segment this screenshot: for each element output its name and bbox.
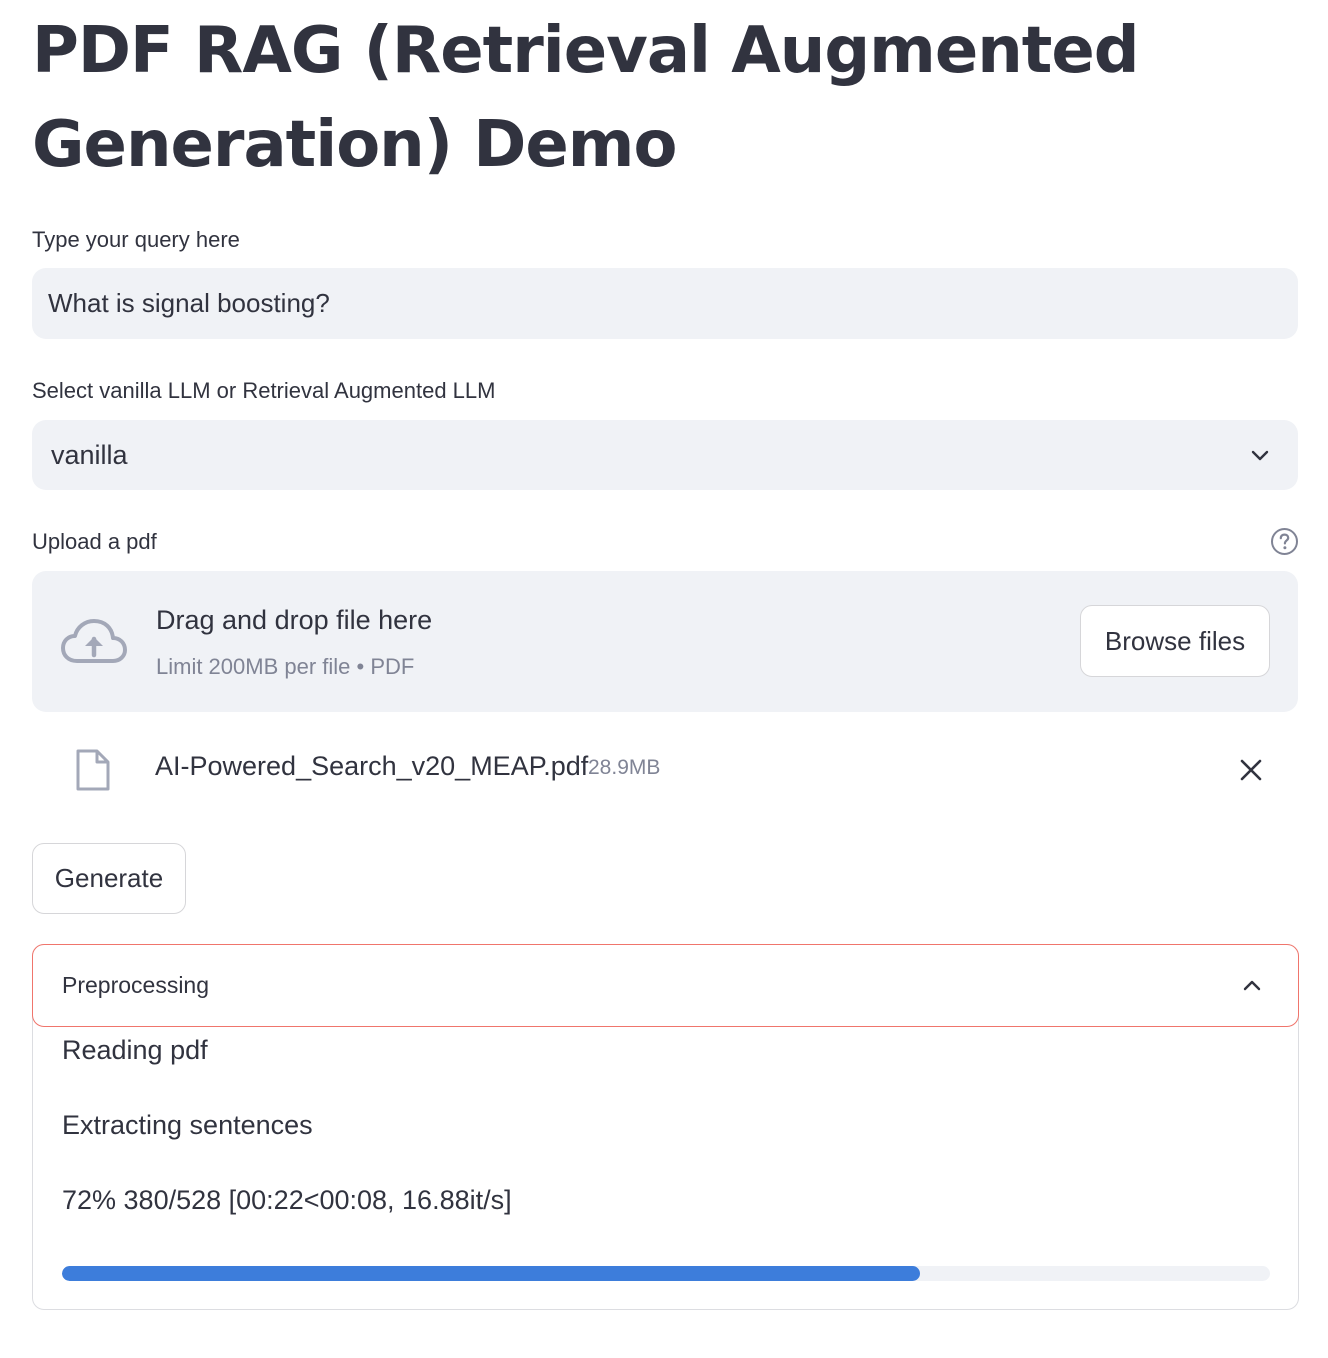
page-title: PDF RAG (Retrieval Augmented Generation)… [32,14,1140,182]
mode-select-value: vanilla [51,439,128,470]
dropzone-limit-text: Limit 200MB per file • PDF [156,654,415,679]
step-reading-pdf: Reading pdf [62,1035,208,1065]
close-icon[interactable] [1238,757,1264,783]
progress-bar [62,1266,1270,1281]
file-icon [76,749,110,791]
progress-text: 72% 380/528 [00:22<00:08, 16.88it/s] [62,1185,512,1215]
chevron-up-icon [1243,980,1261,991]
progress-bar-fill [62,1266,920,1281]
preprocessing-expander: Preprocessing Reading pdf Extracting sen… [32,944,1299,1310]
browse-files-button[interactable]: Browse files [1080,605,1270,677]
expander-title: Preprocessing [62,972,210,998]
generate-button[interactable]: Generate [32,843,186,914]
uploaded-file-name: AI-Powered_Search_v20_MEAP.pdf [155,751,589,781]
expander-header[interactable]: Preprocessing [32,944,1299,1027]
uploaded-file-size: 28.9MB [588,756,661,779]
step-extracting-sentences: Extracting sentences [62,1110,313,1140]
query-input[interactable] [32,268,1298,339]
mode-select[interactable]: vanilla [32,420,1298,490]
upload-label: Upload a pdf [32,529,157,554]
uploaded-file-row: AI-Powered_Search_v20_MEAP.pdf 28.9MB [32,740,1298,800]
query-label: Type your query here [32,227,240,252]
mode-select-label: Select vanilla LLM or Retrieval Augmente… [32,378,496,403]
cloud-upload-icon [61,619,127,663]
chevron-down-icon [1251,450,1269,461]
dropzone-instructions: Drag and drop file here [156,605,433,635]
help-circle-icon[interactable] [1270,527,1299,556]
file-dropzone[interactable]: Drag and drop file here Limit 200MB per … [32,571,1298,712]
